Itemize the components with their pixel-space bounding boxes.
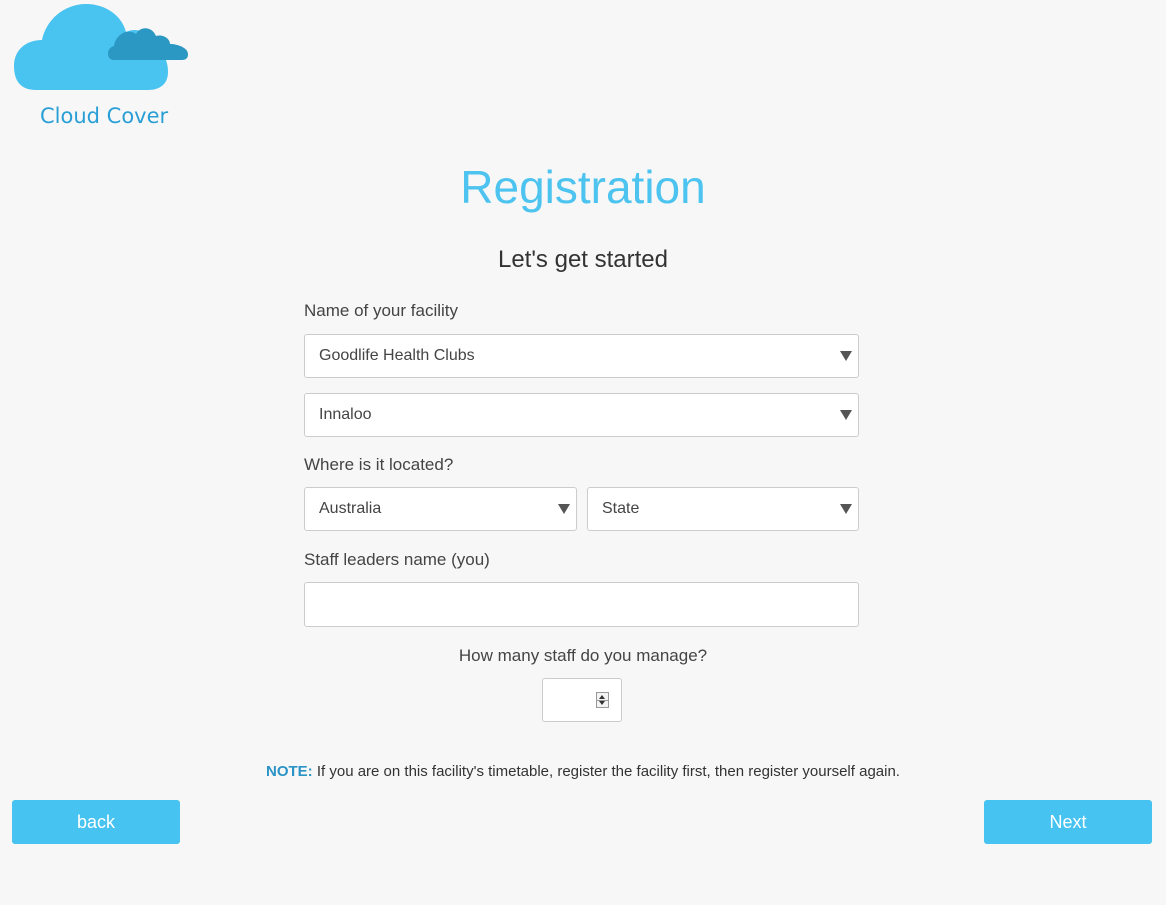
staff-count-stepper[interactable] xyxy=(542,678,622,722)
branch-select[interactable]: Innaloo xyxy=(304,393,859,437)
facility-select-value: Goodlife Health Clubs xyxy=(319,347,475,364)
back-button[interactable]: back xyxy=(12,800,180,844)
state-select[interactable]: State xyxy=(587,487,859,531)
brand-name: Cloud Cover xyxy=(40,104,169,128)
note-text: If you are on this facility's timetable,… xyxy=(312,763,900,780)
next-button[interactable]: Next xyxy=(984,800,1152,844)
dropdown-arrow-icon xyxy=(840,504,852,514)
staff-count-label: How many staff do you manage? xyxy=(458,646,708,665)
leader-name-label: Staff leaders name (you) xyxy=(304,550,490,569)
registration-note: NOTE: If you are on this facility's time… xyxy=(0,763,1166,780)
branch-select-value: Innaloo xyxy=(319,406,372,423)
dropdown-arrow-icon xyxy=(558,504,570,514)
cloud-cover-logo: Cloud Cover xyxy=(14,4,190,130)
cloud-logo-icon xyxy=(14,4,188,90)
dropdown-arrow-icon xyxy=(840,410,852,420)
leader-name-input[interactable] xyxy=(304,582,859,627)
facility-select[interactable]: Goodlife Health Clubs xyxy=(304,334,859,378)
page-title: Registration xyxy=(460,161,706,213)
country-select-value: Australia xyxy=(319,500,382,517)
spinner-buttons[interactable] xyxy=(596,692,609,708)
page-subtitle: Let's get started xyxy=(497,246,668,273)
country-select[interactable]: Australia xyxy=(304,487,577,531)
state-select-value: State xyxy=(602,500,640,517)
note-prefix: NOTE: xyxy=(266,763,313,780)
dropdown-arrow-icon xyxy=(840,351,852,361)
location-label: Where is it located? xyxy=(304,455,454,474)
spinner-up-icon[interactable] xyxy=(599,695,605,699)
facility-label: Name of your facility xyxy=(304,301,458,320)
spinner-down-icon[interactable] xyxy=(599,701,605,705)
